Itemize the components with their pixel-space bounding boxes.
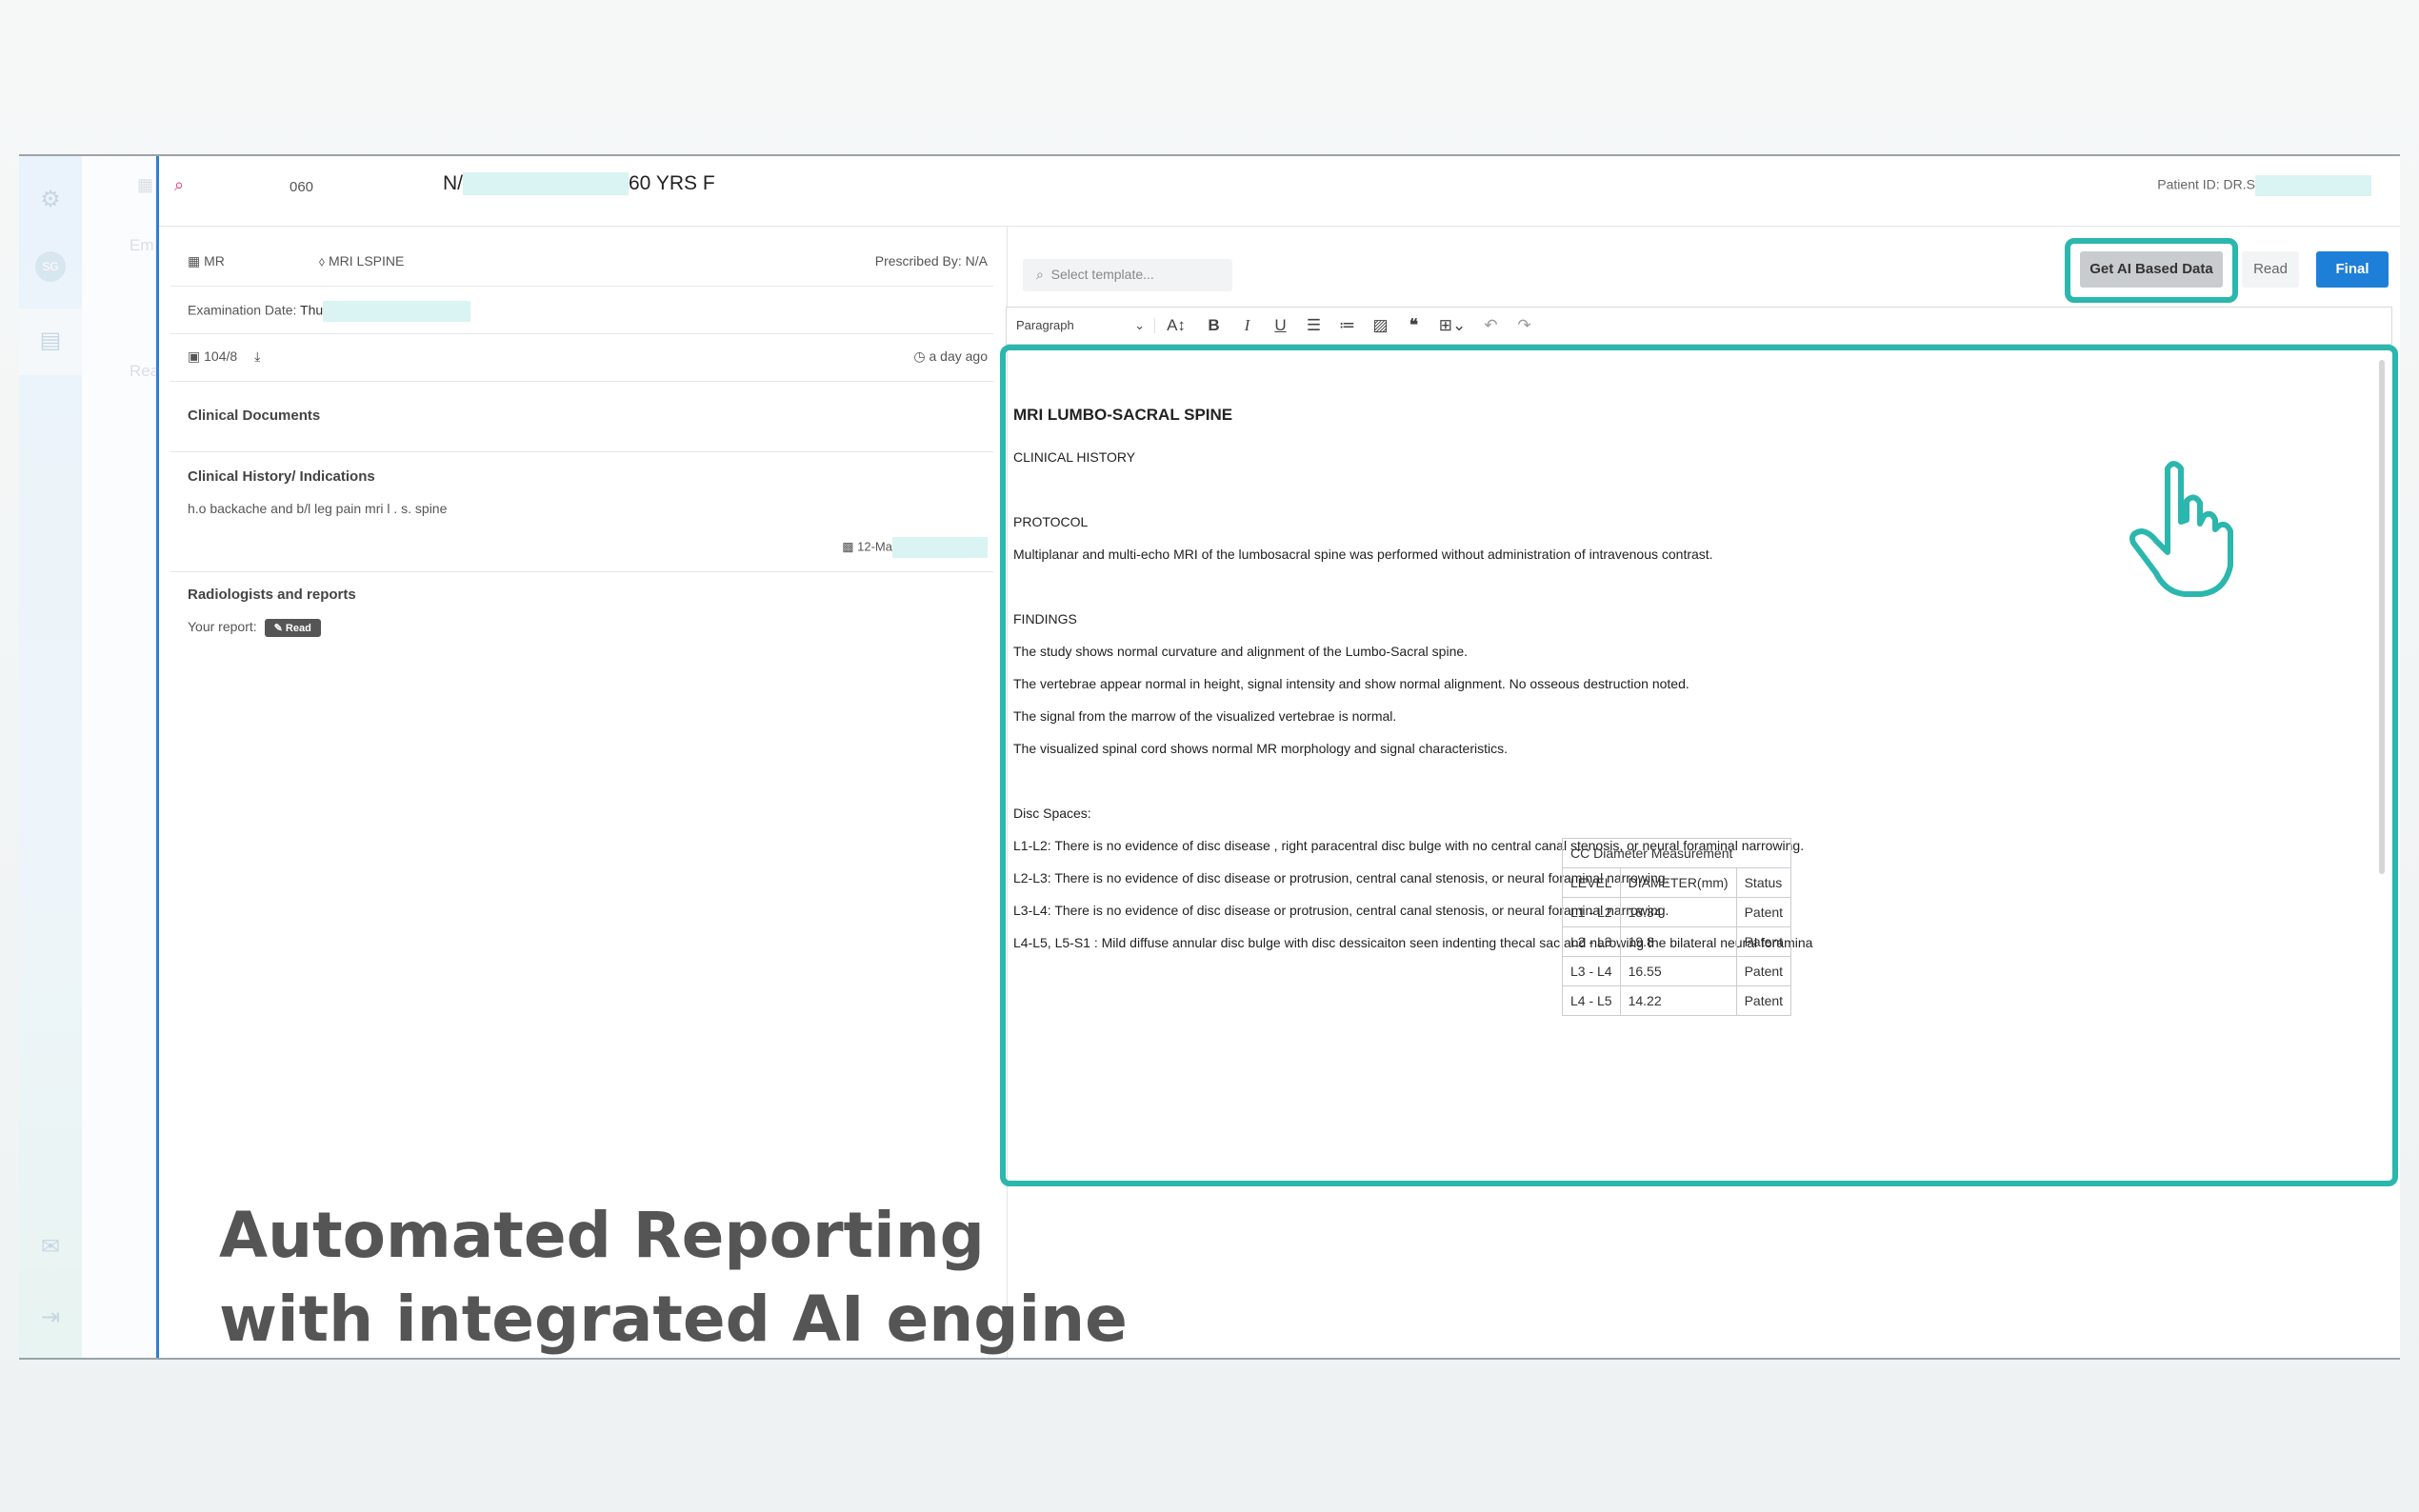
prescribed-by: Prescribed By: N/A xyxy=(874,253,988,269)
study-meta: ▦ MR ⬨ MRI LSPINE Prescribed By: N/A xyxy=(188,253,988,269)
worklist-icon[interactable]: ▤ xyxy=(35,326,66,356)
promo-line-1: Automated Reporting xyxy=(219,1199,985,1272)
numbered-list-icon[interactable]: ≔ xyxy=(1330,316,1364,335)
exam-date: Examination Date: Thu xyxy=(188,301,988,322)
table-header-cell: DIAMETER(mm) xyxy=(1619,867,1737,898)
study-panel: ▦ MR ⬨ MRI LSPINE Prescribed By: N/A Exa… xyxy=(159,227,1007,1358)
clipboard-icon[interactable]: ▦ xyxy=(137,175,153,195)
body-part-icon: ⬨ xyxy=(318,253,326,269)
undo-icon[interactable]: ↶ xyxy=(1474,316,1508,335)
chevron-down-icon: ⌄ xyxy=(1134,318,1145,332)
table-cell: Patent xyxy=(1735,985,1792,1016)
table-row: L3 - L4 16.55 Patent xyxy=(1562,956,1792,986)
note-icon: ▩ xyxy=(842,539,854,554)
underline-icon[interactable]: U xyxy=(1264,316,1297,335)
redacted-block xyxy=(892,537,988,558)
table-cell: L2 - L3 xyxy=(1562,926,1621,957)
modality-icon: ▦ xyxy=(188,253,201,269)
patient-name: N/60 YRS F xyxy=(443,172,715,196)
quote-icon[interactable]: ❝ xyxy=(1397,316,1430,335)
image-info: ▣ 104/8 ⤓ ◷ a day ago xyxy=(188,348,988,365)
promo-line-2: with integrated AI engine xyxy=(219,1283,1128,1356)
cc-diameter-table: CC Diameter Measurement LEVEL DIAMETER(mm)… xyxy=(1561,838,1792,1016)
logout-icon[interactable]: ⇥ xyxy=(35,1303,66,1333)
clinical-history-text: h.o backache and b/l leg pain mri l . s.… xyxy=(188,501,448,516)
table-cell: Patent xyxy=(1735,897,1792,927)
mail-icon[interactable]: ✉ xyxy=(35,1232,66,1263)
table-icon[interactable]: ⊞⌄ xyxy=(1430,316,1474,335)
font-size-icon[interactable]: A↕ xyxy=(1155,316,1197,335)
table-cell: Patent xyxy=(1735,926,1792,957)
your-report: Your report: ✎ Read xyxy=(188,619,988,637)
redacted-block xyxy=(463,172,629,196)
ghost-tab[interactable]: Em xyxy=(130,236,154,255)
redacted-block xyxy=(2255,175,2371,196)
table-cell: L1 - L2 xyxy=(1562,897,1621,927)
avatar[interactable]: SG xyxy=(35,251,66,282)
study-name: MRI LSPINE xyxy=(329,253,405,269)
patient-header: ⌕ 060 N/60 YRS F Patient ID: DR.S xyxy=(159,156,2400,227)
image-icon: ▣ xyxy=(188,348,201,364)
table-cell: 16.55 xyxy=(1619,956,1737,986)
redacted-block xyxy=(323,301,471,322)
image-icon[interactable]: ▨ xyxy=(1364,316,1397,335)
radiologists-title: Radiologists and reports xyxy=(188,587,356,603)
divider xyxy=(170,451,993,452)
read-report-button[interactable]: ✎ Read xyxy=(264,619,321,637)
worklist-column: ▦ Em Rea xyxy=(82,156,159,1358)
read-button[interactable]: Read xyxy=(2242,251,2299,288)
image-count: 104/8 xyxy=(204,348,238,364)
table-header-cell: Status xyxy=(1735,867,1792,898)
bullet-list-icon[interactable]: ☰ xyxy=(1297,316,1330,335)
ghost-sub[interactable]: Rea xyxy=(130,362,159,381)
patient-code: 060 xyxy=(290,179,314,195)
patient-id: Patient ID: DR.S xyxy=(2157,175,2371,196)
table-caption-row: CC Diameter Measurement xyxy=(1561,838,1792,868)
sidebar: ⚙ SG ▤ ✉ ⇥ xyxy=(19,156,82,1358)
paragraph-style-select[interactable]: Paragraph ⌄ xyxy=(1016,318,1155,333)
bold-icon[interactable]: B xyxy=(1197,316,1230,335)
time-ago: ◷ a day ago xyxy=(913,348,988,364)
table-cell: 18.34 xyxy=(1619,897,1737,927)
app-frame: ⚙ SG ▤ ✉ ⇥ ▦ Em Rea ⌕ 060 N/60 YRS F Pat… xyxy=(19,154,2400,1360)
search-icon[interactable]: ⌕ xyxy=(174,175,184,195)
promo-caption: Automated Reporting with integrated AI e… xyxy=(219,1194,1128,1358)
table-cell: L4 - L5 xyxy=(1562,985,1621,1016)
table-row: L1 - L2 18.34 Patent xyxy=(1562,897,1792,927)
divider xyxy=(170,381,993,382)
table-cell: 14.22 xyxy=(1619,985,1737,1016)
table-header-row: LEVEL DIAMETER(mm) Status xyxy=(1562,867,1792,898)
italic-icon[interactable]: I xyxy=(1230,316,1264,335)
table-row: L2 - L3 19.8 Patent xyxy=(1562,926,1792,957)
history-note-date: ▩ 12-Ma xyxy=(188,537,988,558)
divider xyxy=(170,286,993,287)
table-row: L4 - L5 14.22 Patent xyxy=(1562,985,1792,1016)
modality: MR xyxy=(204,253,225,269)
final-button[interactable]: Final xyxy=(2316,251,2389,288)
hand-pointer-icon xyxy=(2129,461,2233,597)
download-icon[interactable]: ⤓ xyxy=(254,348,260,364)
editor-toolbar: Paragraph ⌄ A↕ B I U ☰ ≔ ▨ ❝ ⊞⌄ ↶ ↷ xyxy=(1006,307,2392,345)
divider xyxy=(170,571,993,572)
table-cell: L3 - L4 xyxy=(1562,956,1621,986)
clinical-history-title: Clinical History/ Indications xyxy=(188,468,375,485)
table-cell: 19.8 xyxy=(1619,926,1737,957)
clock-icon: ◷ xyxy=(913,348,926,364)
get-ai-data-button[interactable]: Get AI Based Data xyxy=(2080,251,2223,288)
redo-icon[interactable]: ↷ xyxy=(1508,316,1541,335)
settings-icon[interactable]: ⚙ xyxy=(35,185,66,215)
table-cell: Patent xyxy=(1735,956,1792,986)
clinical-documents[interactable]: Clinical Documents xyxy=(188,408,988,424)
template-select[interactable]: ⌕ Select template... xyxy=(1023,259,1232,291)
table-caption: CC Diameter Measurement xyxy=(1561,838,1792,868)
search-icon: ⌕ xyxy=(1036,267,1044,282)
divider xyxy=(170,333,993,334)
template-placeholder: Select template... xyxy=(1050,267,1154,282)
table-header-cell: LEVEL xyxy=(1562,867,1621,898)
